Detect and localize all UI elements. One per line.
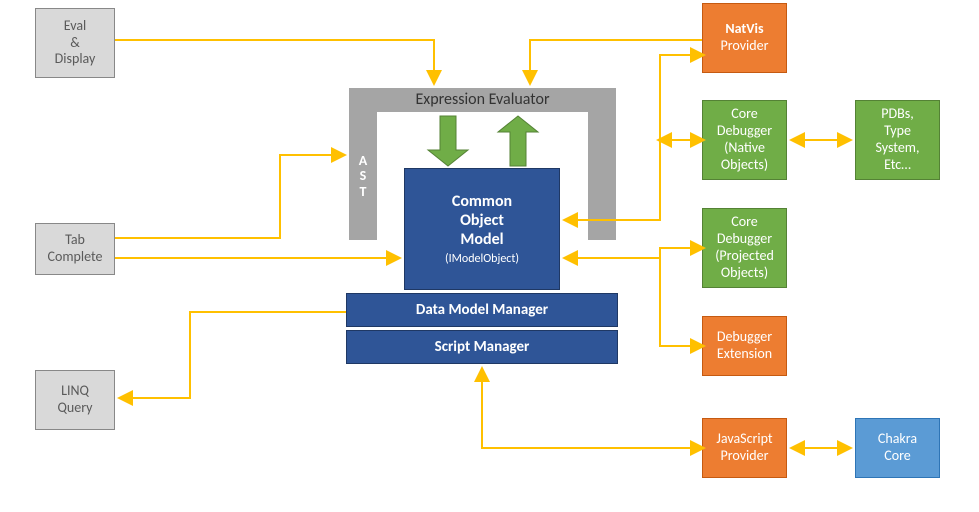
expr-eval-top: Expression Evaluator — [349, 88, 616, 112]
tab-complete-label: Tab Complete — [48, 232, 103, 266]
js-provider-box: JavaScript Provider — [702, 418, 787, 478]
arrow-coredbg-proj-to-com — [566, 248, 702, 258]
natvis-box: NatVis Provider — [702, 3, 787, 73]
arrow-tab-to-ast — [115, 155, 343, 238]
expr-eval-right-leg — [588, 112, 616, 240]
natvis-bold: NatVis — [725, 21, 763, 38]
script-manager-box: Script Manager — [346, 330, 618, 364]
arrow-natvis-to-com — [566, 55, 702, 220]
common-object-model-label: Common Object Model — [452, 192, 512, 250]
imodelobject-label: (IModelObject) — [445, 252, 519, 266]
chakra-box: Chakra Core — [855, 418, 940, 478]
ast-box: A S T — [349, 112, 377, 240]
expr-eval-label: Expression Evaluator — [415, 90, 549, 109]
green-up-arrow — [498, 116, 538, 166]
debugger-ext-label: Debugger Extension — [717, 329, 772, 363]
arrow-dmm-to-linq — [121, 312, 346, 398]
green-down-arrow — [428, 116, 468, 166]
core-debugger-projected-box: Core Debugger (Projected Objects) — [702, 208, 787, 288]
data-model-manager-box: Data Model Manager — [346, 293, 618, 327]
js-provider-label: JavaScript Provider — [716, 431, 772, 465]
eval-display-label: Eval & Display — [55, 18, 96, 68]
arrow-dbgext-to-com — [660, 258, 702, 346]
chakra-label: Chakra Core — [878, 431, 917, 465]
arrow-natvis-to-expr — [530, 40, 702, 82]
arrow-js-to-script — [482, 370, 702, 448]
debugger-ext-box: Debugger Extension — [702, 316, 787, 376]
tab-complete-box: Tab Complete — [35, 223, 115, 275]
data-model-manager-label: Data Model Manager — [416, 301, 548, 319]
core-debugger-native-box: Core Debugger (Native Objects) — [702, 100, 787, 180]
pdbs-label: PDBs, Type System, Etc… — [876, 106, 920, 173]
ast-label: A S T — [359, 153, 367, 199]
core-debugger-native-label: Core Debugger (Native Objects) — [717, 106, 772, 173]
linq-query-box: LINQ Query — [35, 370, 115, 430]
script-manager-label: Script Manager — [435, 338, 530, 356]
natvis-sub: Provider — [721, 38, 769, 55]
common-object-model-box: Common Object Model (IModelObject) — [404, 168, 560, 290]
arrow-eval-to-expr — [115, 40, 434, 82]
eval-display-box: Eval & Display — [35, 8, 115, 78]
pdbs-box: PDBs, Type System, Etc… — [855, 100, 940, 180]
core-debugger-projected-label: Core Debugger (Projected Objects) — [715, 214, 774, 281]
linq-query-label: LINQ Query — [57, 383, 92, 417]
